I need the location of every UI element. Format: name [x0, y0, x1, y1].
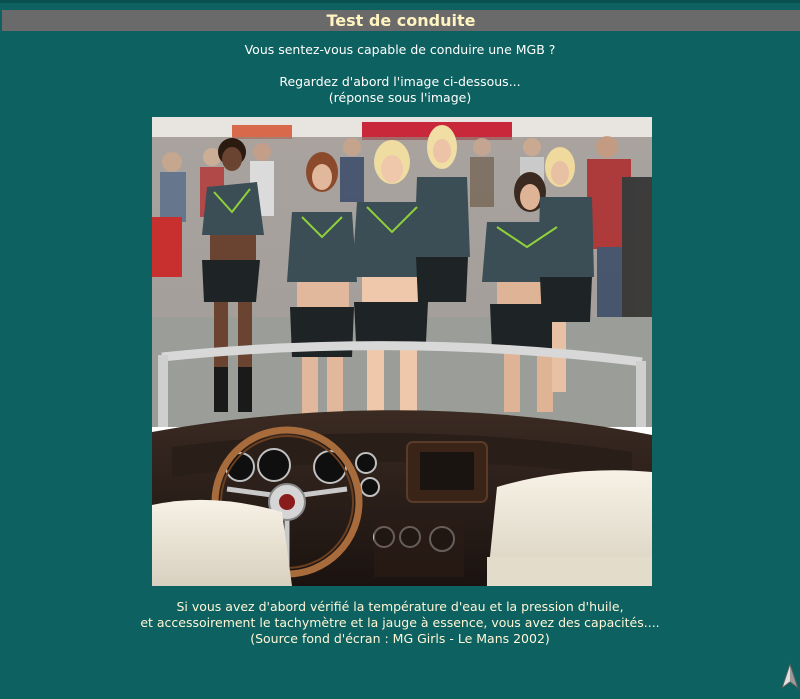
page-title-bar: Test de conduite	[2, 10, 800, 31]
page-title: Test de conduite	[326, 11, 476, 30]
up-arrow-icon[interactable]	[780, 662, 800, 690]
caption-line-2: et accessoirement le tachymètre et la ja…	[140, 615, 660, 630]
intro-hint: (réponse sous l'image)	[328, 90, 472, 105]
intro-instruction: Regardez d'abord l'image ci-dessous...	[279, 74, 521, 89]
caption-source: (Source fond d'écran : MG Girls - Le Man…	[250, 631, 550, 646]
answer-caption: Si vous avez d'abord vérifié la températ…	[0, 599, 800, 647]
intro-text: Vous sentez-vous capable de conduire une…	[0, 42, 800, 106]
top-border	[0, 0, 800, 3]
intro-question: Vous sentez-vous capable de conduire une…	[244, 42, 556, 57]
mgb-photo	[152, 117, 652, 586]
caption-line-1: Si vous avez d'abord vérifié la températ…	[176, 599, 624, 614]
